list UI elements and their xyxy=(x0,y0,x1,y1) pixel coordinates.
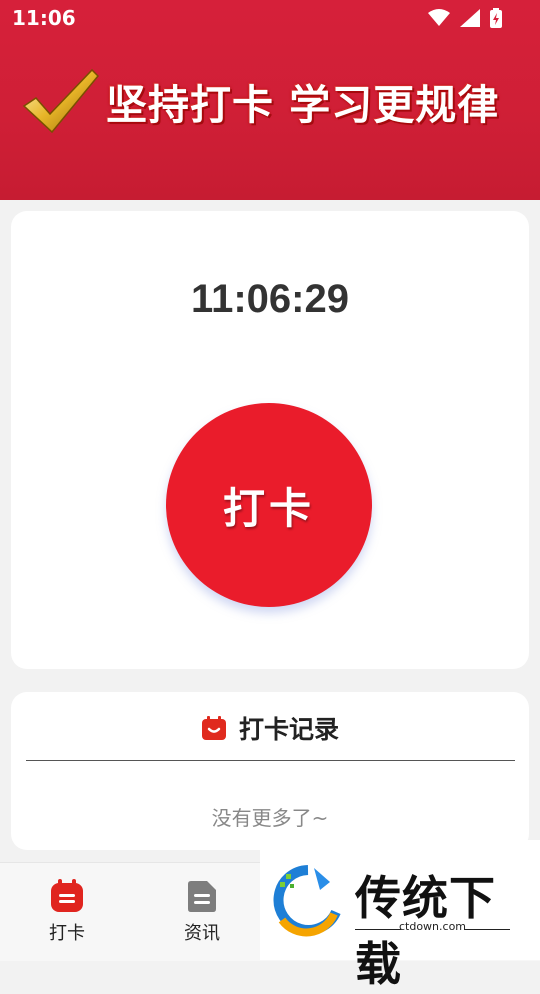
slogan-text: 坚持打卡 学习更规律 xyxy=(106,81,500,129)
status-bar: 11:06 xyxy=(0,0,540,36)
watermark-line-right xyxy=(464,929,510,930)
status-icons xyxy=(428,8,502,28)
tab-news[interactable]: 资讯 xyxy=(157,879,247,945)
no-more-text: 没有更多了~ xyxy=(211,806,329,830)
tab-punch[interactable]: 打卡 xyxy=(22,879,112,945)
records-title: 打卡记录 xyxy=(238,715,339,744)
document-icon xyxy=(188,881,216,912)
battery-icon xyxy=(490,8,502,28)
wifi-icon xyxy=(428,9,450,26)
records-header: 打卡记录 xyxy=(0,708,540,748)
calendar-icon xyxy=(201,716,226,740)
slogan-banner: 坚持打卡 学习更规律 xyxy=(22,62,532,140)
ctdown-logo xyxy=(273,865,341,937)
signal-icon xyxy=(460,9,480,27)
status-time: 11:06 xyxy=(12,6,76,30)
records-divider xyxy=(26,760,515,761)
header-banner: 11:06 坚持打卡 学习更规律 xyxy=(0,0,540,200)
checkmark-icon xyxy=(22,68,100,134)
current-time: 11:06:29 xyxy=(191,277,349,321)
tab-news-label: 资讯 xyxy=(184,923,220,944)
calendar-icon xyxy=(51,879,83,912)
watermark: 传统下载 ctdown.com xyxy=(260,840,540,991)
punch-button[interactable]: 打卡 xyxy=(166,403,372,607)
tab-punch-label: 打卡 xyxy=(49,923,85,944)
watermark-url: ctdown.com xyxy=(398,920,467,933)
